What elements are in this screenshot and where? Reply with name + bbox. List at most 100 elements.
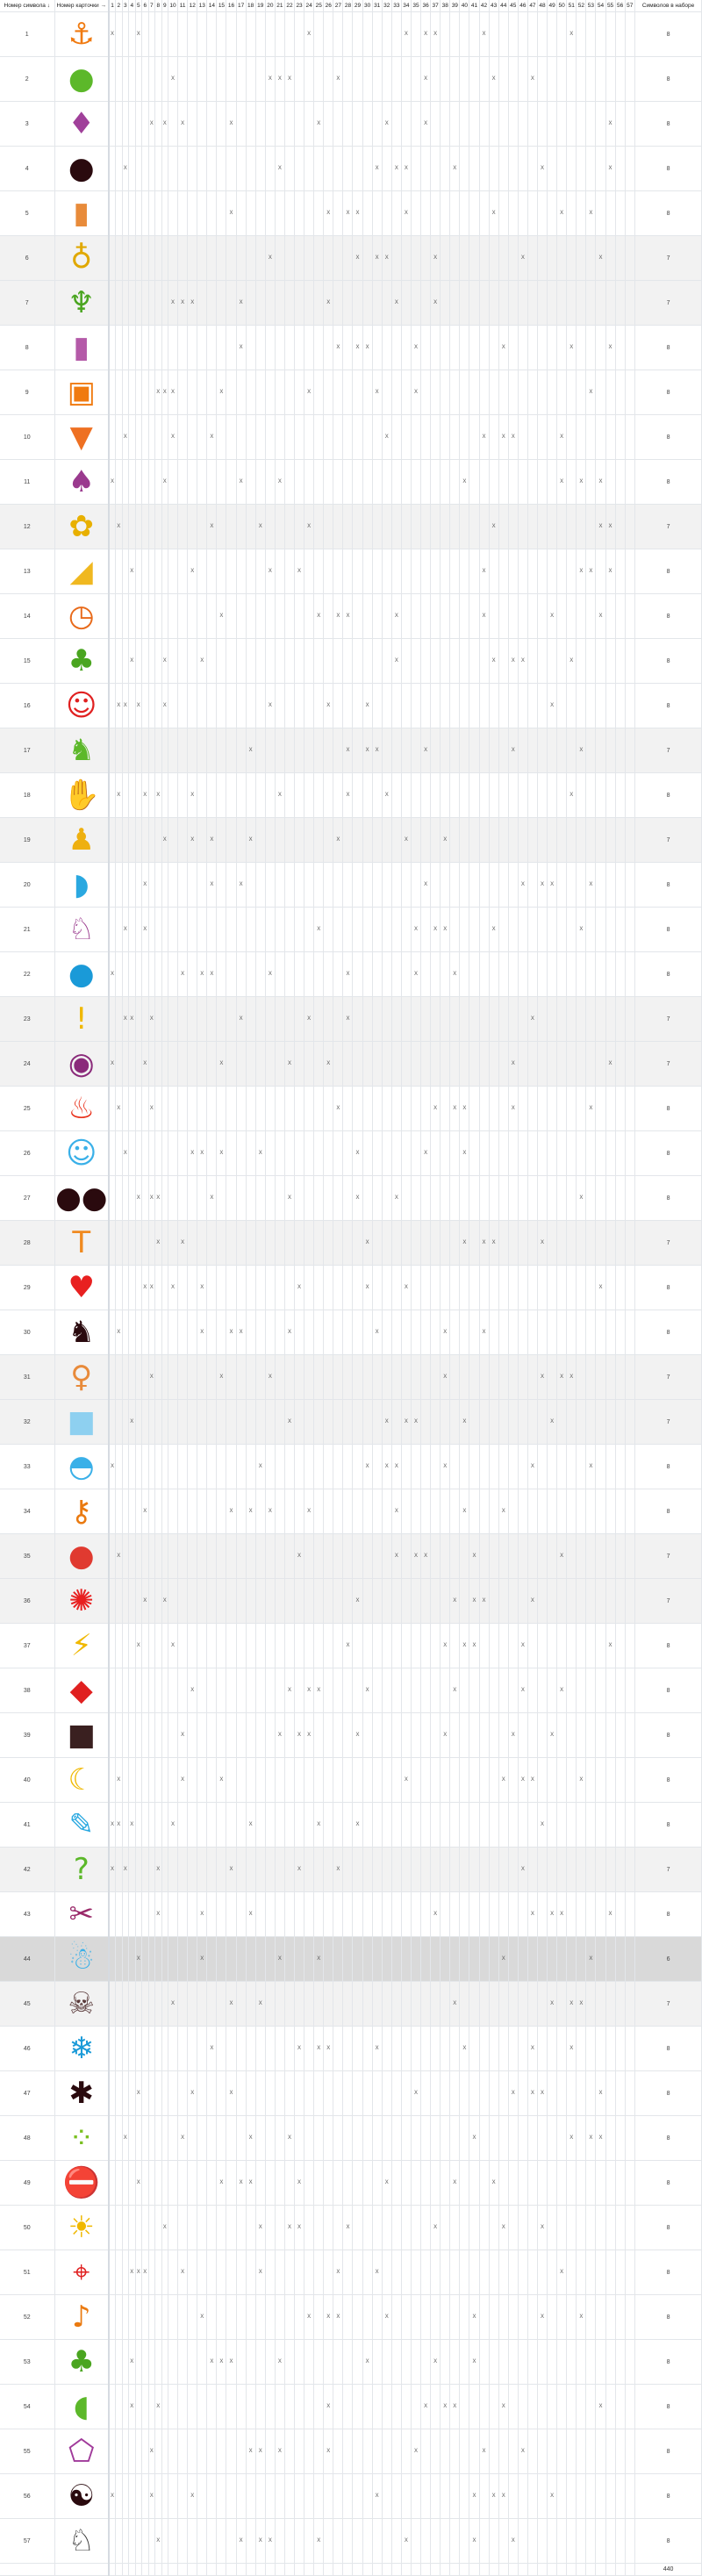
matrix-cell[interactable] xyxy=(197,772,208,818)
matrix-cell[interactable] xyxy=(615,1847,626,1892)
matrix-cell[interactable] xyxy=(411,1310,422,1355)
matrix-cell[interactable] xyxy=(479,1757,490,1803)
matrix-cell[interactable] xyxy=(265,2205,276,2250)
matrix-cell[interactable] xyxy=(605,1668,616,1713)
matrix-cell[interactable] xyxy=(284,190,296,236)
matrix-cell[interactable] xyxy=(352,638,363,684)
matrix-cell[interactable] xyxy=(595,1578,606,1624)
matrix-cell[interactable] xyxy=(508,2250,519,2295)
matrix-cell[interactable] xyxy=(372,414,383,460)
matrix-cell[interactable] xyxy=(508,235,519,281)
matrix-cell[interactable] xyxy=(304,1354,315,1400)
matrix-cell[interactable] xyxy=(161,951,168,997)
matrix-cell[interactable] xyxy=(556,370,568,415)
matrix-cell[interactable]: X xyxy=(382,2294,392,2340)
matrix-cell[interactable]: X xyxy=(489,2473,499,2519)
matrix-cell[interactable] xyxy=(498,1130,509,1176)
matrix-cell[interactable] xyxy=(585,1175,597,1221)
matrix-cell[interactable] xyxy=(518,2384,528,2429)
matrix-cell[interactable] xyxy=(141,235,149,281)
matrix-cell[interactable] xyxy=(382,2205,392,2250)
matrix-cell[interactable] xyxy=(449,1310,461,1355)
matrix-cell[interactable] xyxy=(508,593,519,639)
matrix-cell[interactable] xyxy=(391,1399,402,1445)
matrix-cell[interactable] xyxy=(342,370,354,415)
matrix-cell[interactable] xyxy=(556,1310,568,1355)
matrix-cell[interactable] xyxy=(430,1220,441,1266)
matrix-cell[interactable] xyxy=(489,1757,499,1803)
matrix-cell[interactable] xyxy=(154,862,162,908)
card-column-header[interactable]: 24 xyxy=(304,0,315,12)
matrix-cell[interactable] xyxy=(148,2115,155,2161)
matrix-cell[interactable] xyxy=(625,1489,635,1534)
matrix-cell[interactable] xyxy=(115,1489,123,1534)
matrix-cell[interactable] xyxy=(508,459,519,505)
matrix-cell[interactable] xyxy=(537,1623,548,1668)
matrix-cell[interactable]: X xyxy=(508,728,519,773)
matrix-cell[interactable] xyxy=(154,1265,162,1310)
matrix-cell[interactable] xyxy=(615,235,626,281)
matrix-cell[interactable] xyxy=(206,1220,218,1266)
matrix-cell[interactable] xyxy=(585,459,597,505)
matrix-cell[interactable] xyxy=(236,1757,247,1803)
matrix-cell[interactable] xyxy=(372,951,383,997)
matrix-cell[interactable]: X xyxy=(148,1086,155,1131)
matrix-cell[interactable] xyxy=(508,2205,519,2250)
card-column-header[interactable]: 34 xyxy=(401,0,412,12)
matrix-cell[interactable] xyxy=(469,1399,480,1445)
matrix-cell[interactable]: X xyxy=(294,2205,305,2250)
matrix-cell[interactable] xyxy=(508,1668,519,1713)
matrix-cell[interactable] xyxy=(508,2160,519,2206)
matrix-cell[interactable] xyxy=(595,370,606,415)
matrix-cell[interactable] xyxy=(420,683,432,728)
matrix-cell[interactable] xyxy=(246,2384,256,2429)
matrix-cell[interactable] xyxy=(128,190,136,236)
matrix-cell[interactable] xyxy=(537,1489,548,1534)
matrix-cell[interactable] xyxy=(246,1533,256,1579)
matrix-cell[interactable] xyxy=(177,2294,189,2340)
matrix-cell[interactable] xyxy=(128,1265,136,1310)
matrix-cell[interactable] xyxy=(284,2429,296,2474)
matrix-cell[interactable] xyxy=(216,2384,227,2429)
matrix-cell[interactable] xyxy=(547,728,558,773)
matrix-cell[interactable] xyxy=(382,2429,392,2474)
matrix-cell[interactable] xyxy=(605,2518,616,2564)
matrix-cell[interactable] xyxy=(527,862,538,908)
matrix-cell[interactable] xyxy=(275,593,285,639)
matrix-cell[interactable] xyxy=(615,1265,626,1310)
matrix-cell[interactable] xyxy=(585,1668,597,1713)
matrix-cell[interactable] xyxy=(275,1847,285,1892)
matrix-cell[interactable] xyxy=(352,1489,363,1534)
matrix-cell[interactable] xyxy=(469,772,480,818)
card-column-header[interactable]: 33 xyxy=(391,0,402,12)
matrix-cell[interactable]: X xyxy=(154,1175,162,1221)
card-column-header[interactable]: 29 xyxy=(352,0,363,12)
matrix-cell[interactable] xyxy=(304,414,315,460)
matrix-cell[interactable] xyxy=(323,593,334,639)
matrix-cell[interactable] xyxy=(615,2205,626,2250)
matrix-cell[interactable] xyxy=(615,1981,626,2027)
matrix-cell[interactable] xyxy=(391,951,402,997)
matrix-cell[interactable] xyxy=(372,1847,383,1892)
matrix-cell[interactable] xyxy=(135,593,142,639)
matrix-cell[interactable] xyxy=(625,549,635,594)
matrix-cell[interactable] xyxy=(625,190,635,236)
matrix-cell[interactable] xyxy=(547,2518,558,2564)
matrix-cell[interactable]: X xyxy=(161,1578,168,1624)
matrix-cell[interactable] xyxy=(508,2115,519,2161)
matrix-cell[interactable] xyxy=(615,146,626,191)
matrix-cell[interactable] xyxy=(459,683,470,728)
matrix-cell[interactable] xyxy=(226,2473,237,2519)
matrix-cell[interactable] xyxy=(128,235,136,281)
matrix-cell[interactable] xyxy=(391,1802,402,1848)
matrix-cell[interactable] xyxy=(236,1041,247,1087)
matrix-cell[interactable] xyxy=(246,2473,256,2519)
matrix-cell[interactable] xyxy=(420,146,432,191)
matrix-cell[interactable] xyxy=(362,1310,373,1355)
matrix-cell[interactable] xyxy=(362,235,373,281)
matrix-cell[interactable] xyxy=(122,1489,129,1534)
matrix-cell[interactable] xyxy=(401,1802,412,1848)
matrix-cell[interactable] xyxy=(304,146,315,191)
matrix-cell[interactable] xyxy=(154,1668,162,1713)
matrix-cell[interactable] xyxy=(168,638,179,684)
